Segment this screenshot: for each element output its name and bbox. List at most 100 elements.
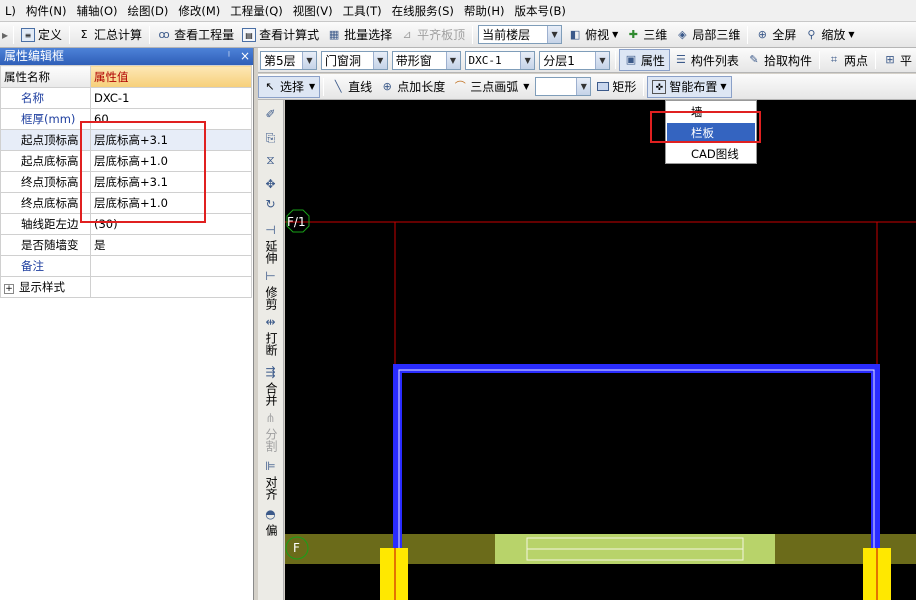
- arc-option-select[interactable]: ▼: [535, 77, 592, 96]
- close-icon[interactable]: ×: [237, 48, 253, 65]
- separator: [818, 51, 820, 69]
- define-button[interactable]: ≡ 定义: [17, 24, 66, 46]
- extend-tool[interactable]: ⊣ 延伸: [259, 224, 283, 265]
- align-icon: ⊫: [265, 459, 276, 473]
- prop-group[interactable]: + 显示样式: [0, 276, 91, 298]
- menu-item-modify[interactable]: 修改(M): [173, 0, 225, 21]
- expand-icon[interactable]: +: [4, 284, 14, 294]
- break-tool[interactable]: ⇹ 打断: [259, 316, 283, 357]
- flat-button[interactable]: ⊞ 平: [879, 49, 916, 71]
- prop-value[interactable]: 是: [90, 234, 252, 256]
- menu-item-aux-axis[interactable]: 辅轴(O): [71, 0, 122, 21]
- dropdown-item-wall[interactable]: 墙: [667, 102, 755, 122]
- menu-item-draw[interactable]: 绘图(D): [123, 0, 174, 21]
- sum-calc-button[interactable]: Σ 汇总计算: [73, 24, 146, 46]
- smart-layout-button[interactable]: ✜ 智能布置 ▼: [647, 75, 732, 98]
- menu-item-component[interactable]: 构件(N): [21, 0, 72, 21]
- select-button[interactable]: ↖ 选择 ▼: [258, 75, 321, 98]
- zoom-icon: ⚲: [807, 27, 816, 41]
- three-d-icon: ✚: [628, 27, 638, 41]
- menu-item-view[interactable]: 视图(V): [288, 0, 338, 21]
- table-row[interactable]: 备注: [0, 255, 252, 277]
- col-header-value: 属性值: [90, 65, 252, 88]
- menu-item-tools[interactable]: 工具(T): [338, 0, 387, 21]
- top-view-button[interactable]: ◧ 俯视 ▼: [564, 24, 622, 46]
- layer-value: 分层1: [543, 53, 575, 68]
- merge-tool[interactable]: ⇶ 合并: [259, 366, 283, 407]
- property-button[interactable]: ▣ 属性: [618, 49, 670, 71]
- prop-value[interactable]: (30): [90, 213, 252, 235]
- fullscreen-button[interactable]: ⊕ 全屏: [751, 24, 800, 46]
- chevron-down-icon: ▼: [445, 51, 460, 69]
- table-row[interactable]: 终点底标高 层底标高+1.0: [0, 192, 252, 214]
- split-tool[interactable]: ⋔ 分割: [259, 412, 283, 453]
- toolbar-overflow-icon[interactable]: ▸: [0, 24, 10, 46]
- separator: [614, 51, 616, 69]
- align-tool[interactable]: ⊫ 对齐: [259, 459, 283, 501]
- batch-select-label: 批量选择: [344, 28, 393, 42]
- pin-icon[interactable]: ᛌ: [221, 48, 237, 65]
- drawing-svg[interactable]: F/1 F: [285, 100, 916, 600]
- local-3d-button[interactable]: ◈ 局部三维: [671, 24, 744, 46]
- table-row[interactable]: 是否随墙变是: [0, 234, 252, 256]
- prop-value[interactable]: [90, 255, 252, 277]
- floor-mode-select[interactable]: 当前楼层 ▼: [478, 25, 563, 44]
- menu-item-view-l[interactable]: L): [0, 0, 21, 21]
- mirror-tool[interactable]: ⧖: [259, 154, 283, 170]
- rotate-tool[interactable]: ↻: [259, 198, 283, 214]
- table-row[interactable]: 起点顶标高 层底标高+3.1: [0, 129, 252, 151]
- table-row[interactable]: 框厚(mm) 60: [0, 108, 252, 130]
- two-point-button[interactable]: ⌗ 两点: [823, 49, 872, 71]
- three-point-arc-button[interactable]: ⌒ 三点画弧 ▼: [449, 76, 533, 98]
- table-row[interactable]: 终点顶标高 层底标高+3.1: [0, 171, 252, 193]
- prop-value[interactable]: 60: [90, 108, 252, 130]
- menu-item-online[interactable]: 在线服务(S): [387, 0, 459, 21]
- component-select[interactable]: DXC-1 ▼: [464, 50, 536, 70]
- point-length-icon: ⊕: [382, 79, 392, 93]
- dropdown-item-cad-line[interactable]: CAD图线: [667, 144, 755, 164]
- layer-select[interactable]: 分层1 ▼: [539, 50, 610, 70]
- main-toolbar: ▸ ≡ 定义 Σ 汇总计算 ꝏ 查看工程量 ▤ 查看计算式 ▦ 批量选择 ⊿ 平齐板顶 当前…: [0, 22, 916, 48]
- prop-value[interactable]: 层底标高+3.1: [90, 129, 252, 151]
- view-formula-button[interactable]: ▤ 查看计算式: [238, 24, 323, 46]
- trim-tool[interactable]: ⊢ 修剪: [259, 270, 283, 311]
- table-row[interactable]: + 显示样式: [0, 276, 252, 298]
- view-quantity-button[interactable]: ꝏ 查看工程量: [153, 24, 238, 46]
- rectangle-button[interactable]: 矩形: [593, 76, 640, 98]
- drawing-canvas[interactable]: F/1 F: [285, 100, 916, 600]
- col-header-name: 属性名称: [0, 65, 91, 88]
- table-row[interactable]: 起点底标高 层底标高+1.0: [0, 150, 252, 172]
- menu-item-version[interactable]: 版本号(B): [510, 0, 571, 21]
- level-slab-button[interactable]: ⊿ 平齐板顶: [396, 24, 469, 46]
- prop-value[interactable]: 层底标高+1.0: [90, 192, 252, 214]
- three-d-button[interactable]: ✚ 三维: [622, 24, 671, 46]
- menu-item-quantity[interactable]: 工程量(Q): [225, 0, 288, 21]
- table-row[interactable]: 名称 DXC-1: [0, 87, 252, 109]
- axis-label-f: F: [293, 541, 300, 555]
- copy-tool[interactable]: ⎘: [259, 132, 283, 148]
- pick-component-label: 拾取构件: [763, 53, 812, 68]
- offset-tool[interactable]: ◓ 偏: [259, 508, 283, 537]
- category-select[interactable]: 门窗洞 ▼: [320, 50, 388, 70]
- brush-tool[interactable]: ✐: [259, 108, 283, 124]
- prop-value[interactable]: 层底标高+3.1: [90, 171, 252, 193]
- zoom-button[interactable]: ⚲ 缩放 ▼: [800, 24, 858, 46]
- component-list-button[interactable]: ☰ 构件列表: [670, 49, 743, 71]
- type-select[interactable]: 带形窗 ▼: [391, 50, 461, 70]
- pick-component-button[interactable]: ✎ 拾取构件: [743, 49, 816, 71]
- batch-select-button[interactable]: ▦ 批量选择: [323, 24, 396, 46]
- table-row[interactable]: 轴线距左边 (30): [0, 213, 252, 235]
- dropdown-item-parapet[interactable]: 栏板: [667, 123, 755, 143]
- chevron-down-icon: ▼: [547, 26, 562, 43]
- point-length-button[interactable]: ⊕ 点加长度: [376, 76, 449, 98]
- edit-sidebar: ✐ ⎘ ⧖ ✥ ↻ ⊣ 延伸 ⊢ 修剪 ⇹ 打断 ⇶ 合并 ⋔ 分割 ⊫ 对齐 ◓ 偏: [258, 100, 284, 600]
- prop-value[interactable]: DXC-1: [90, 87, 252, 109]
- menu-item-help[interactable]: 帮助(H): [459, 0, 510, 21]
- prop-value[interactable]: 层底标高+1.0: [90, 150, 252, 172]
- move-tool[interactable]: ✥: [259, 178, 283, 194]
- line-button[interactable]: ╲ 直线: [327, 76, 376, 98]
- extend-label: 延伸: [264, 240, 278, 264]
- floor-select[interactable]: 第5层 ▼: [260, 50, 317, 70]
- flat-label: 平: [899, 53, 912, 68]
- property-label: 属性: [640, 53, 665, 68]
